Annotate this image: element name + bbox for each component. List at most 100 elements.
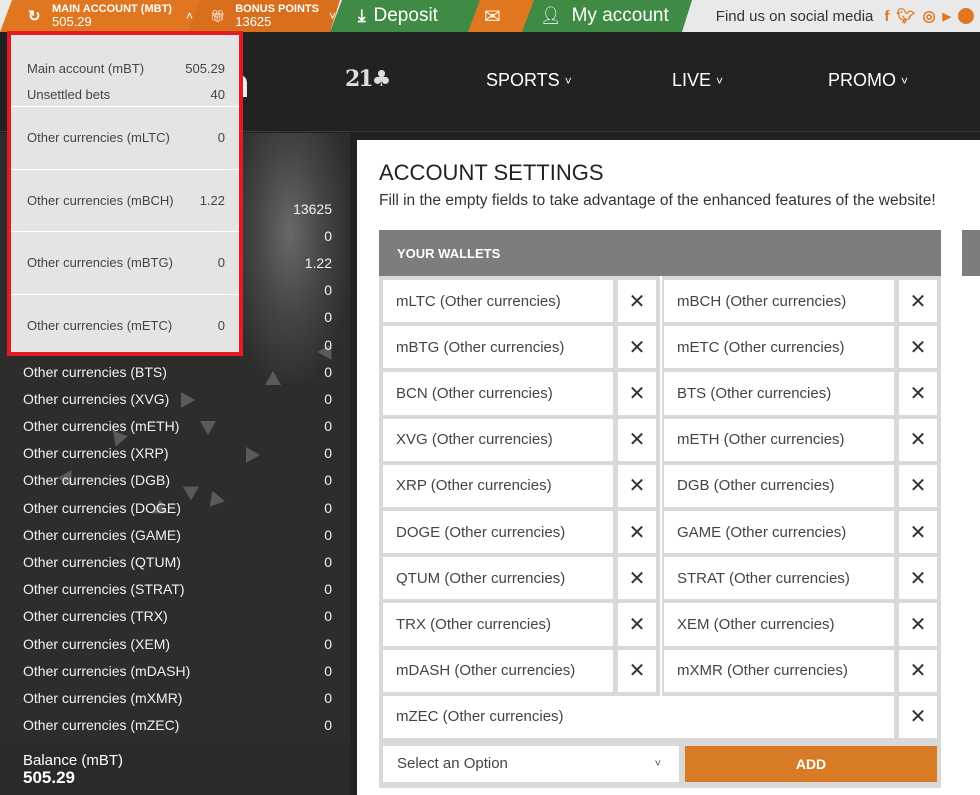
wallet-item: mXMR (Other currencies) ✕ [664,649,937,696]
remove-wallet-icon[interactable]: ✕ [618,510,656,554]
list-item: Other currencies (XVG) 0 [23,390,332,407]
wallets-section: YOUR WALLETS mLTC (Other currencies) ✕ mBC… [379,230,941,788]
wallet-name: mXMR (Other currencies) [664,649,894,692]
balance-summary: Balance (mBT) 505.29 [0,743,350,795]
account-summary: Main account (mBT) 505.29 Unsettled bets 4… [11,35,239,107]
twitter-icon[interactable]: 🐦︎ [896,7,915,25]
wallet-item: TRX (Other currencies) ✕ [383,599,662,650]
remove-wallet-icon[interactable]: ✕ [899,603,937,646]
main-account-value: 505.29 [185,60,225,76]
my-account-button[interactable]: 👤︎ My account [522,0,692,32]
wallet-item: mBTG (Other currencies) ✕ [383,322,662,373]
envelope-icon: ✉ [484,5,501,28]
nav-promo-label: PROMO [828,70,897,90]
wallet-item: XVG (Other currencies) ✕ [383,414,662,465]
list-item: Other currencies (DGB) 0 [23,472,332,489]
remove-wallet-icon[interactable]: ✕ [618,418,656,461]
unsettled-bets-label: Unsettled bets [27,86,111,102]
remove-wallet-icon[interactable]: ✕ [618,280,656,323]
wallet-name: BCN (Other currencies) [383,372,613,415]
gift-icon: 🎁︎ [210,9,226,23]
account-settings-panel: ACCOUNT SETTINGS Fill in the empty field… [357,140,980,795]
wallets-header: YOUR WALLETS [379,230,941,276]
telegram-icon[interactable]: ➤ [958,8,974,24]
bonus-points-value: 13625 [235,14,272,29]
remove-wallet-icon[interactable]: ✕ [899,280,937,323]
list-item: Other currencies (DOGE) 0 [23,499,332,516]
remove-wallet-icon[interactable]: ✕ [618,326,656,369]
balance-value: 505.29 [23,768,75,787]
wallet-item: mETH (Other currencies) ✕ [664,418,937,465]
list-item: Other currencies (mDASH) 0 [23,662,332,679]
main-account-value: 505.29 [52,14,92,29]
bonus-points-button[interactable]: 🎁︎ BONUS POINTS 13625 ˅ [188,0,340,32]
nav-sports[interactable]: SPORTS ˅ [486,70,572,91]
wallet-item: GAME (Other currencies) ✕ [664,510,937,557]
wallet-name: mBCH (Other currencies) [664,280,894,323]
list-item: Other currencies (mLTC) 0 [11,107,239,170]
chevron-up-icon: ˄ [185,9,193,23]
wallet-name: mZEC (Other currencies) [383,695,894,738]
add-button[interactable]: ADD [685,745,937,782]
list-item: Other currencies (BTS) 0 [23,363,332,380]
nav-live[interactable]: LIVE ˅ [672,70,723,91]
list-item: Other currencies (mETC) 0 [27,318,225,334]
facebook-icon[interactable]: f [884,8,889,25]
list-item: Other currencies (XRP) 0 [23,445,332,462]
deposit-button[interactable]: ⤓ Deposit [330,0,480,32]
remove-wallet-icon[interactable]: ✕ [899,326,937,369]
wallet-name: mETC (Other currencies) [664,326,894,369]
nav-promo[interactable]: PROMO ˅ [828,70,908,91]
wallet-item: mZEC (Other currencies) ✕ [383,695,937,742]
wallet-name: TRX (Other currencies) [383,603,613,646]
remove-wallet-icon[interactable]: ✕ [618,372,656,415]
remove-wallet-icon[interactable]: ✕ [899,372,937,415]
chevron-down-icon: ˅ [564,73,572,88]
wallet-item: mDASH (Other currencies) ✕ [383,645,662,696]
list-item: Other currencies (TRX) 0 [23,608,332,625]
chevron-down-icon: ˅ [716,73,724,88]
wallet-item: QTUM (Other currencies) ✕ [383,553,662,604]
secondary-panel-header [962,230,980,276]
remove-wallet-icon[interactable]: ✕ [899,510,937,554]
remove-wallet-icon[interactable]: ✕ [618,557,656,600]
refresh-icon[interactable]: ↻ [28,7,41,25]
wallet-item: mETC (Other currencies) ✕ [664,326,937,372]
wallet-name: DOGE (Other currencies) [383,510,613,554]
wallet-item: STRAT (Other currencies) ✕ [664,557,937,603]
main-account-label: Main account (mBT) [27,60,145,76]
main-account-button[interactable]: ↻ MAIN ACCOUNT (mBT) 505.29 ˄ [0,0,200,32]
nav-sports-label: SPORTS [486,70,560,90]
logo-21-icon[interactable]: 21♣ [345,66,391,92]
wallet-name: mBTG (Other currencies) [383,326,613,369]
remove-wallet-icon[interactable]: ✕ [618,464,656,507]
wallet-name: mDASH (Other currencies) [383,649,613,692]
page-title: ACCOUNT SETTINGS [379,160,604,185]
youtube-icon[interactable]: ▶ [943,10,951,23]
list-item: Other currencies (mXMR) 0 [23,689,332,706]
remove-wallet-icon[interactable]: ✕ [899,418,937,461]
remove-wallet-icon[interactable]: ✕ [899,557,937,600]
social-media-bar: Find us on social media f 🐦︎ ◎ ▶ ➤ [716,0,980,32]
chevron-down-icon: ˅ [654,757,661,770]
remove-wallet-icon[interactable]: ✕ [899,649,937,692]
wallet-item: XEM (Other currencies) ✕ [664,603,937,649]
wallet-item: mLTC (Other currencies) ✕ [383,275,662,327]
wallet-name: GAME (Other currencies) [664,510,894,554]
currency-select[interactable]: Select an Option ˅ [383,745,679,782]
balance-label: Balance (mBT) [23,752,124,769]
nav-live-label: LIVE [672,70,712,90]
wallets-grid: mLTC (Other currencies) ✕ mBCH (Other curr… [379,275,941,742]
list-item: Other currencies (mZEC) 0 [23,717,332,734]
my-account-label: My account [571,5,669,26]
wallet-item: BCN (Other currencies) ✕ [383,368,662,419]
instagram-icon[interactable]: ◎ [922,7,935,25]
remove-wallet-icon[interactable]: ✕ [618,603,656,646]
remove-wallet-icon[interactable]: ✕ [899,464,937,507]
remove-wallet-icon[interactable]: ✕ [899,695,937,738]
wallet-name: BTS (Other currencies) [664,372,894,415]
add-wallet-row: Select an Option ˅ ADD [379,741,941,788]
wallet-name: mETH (Other currencies) [664,418,894,461]
remove-wallet-icon[interactable]: ✕ [618,649,656,692]
wallet-name: XRP (Other currencies) [383,464,613,507]
